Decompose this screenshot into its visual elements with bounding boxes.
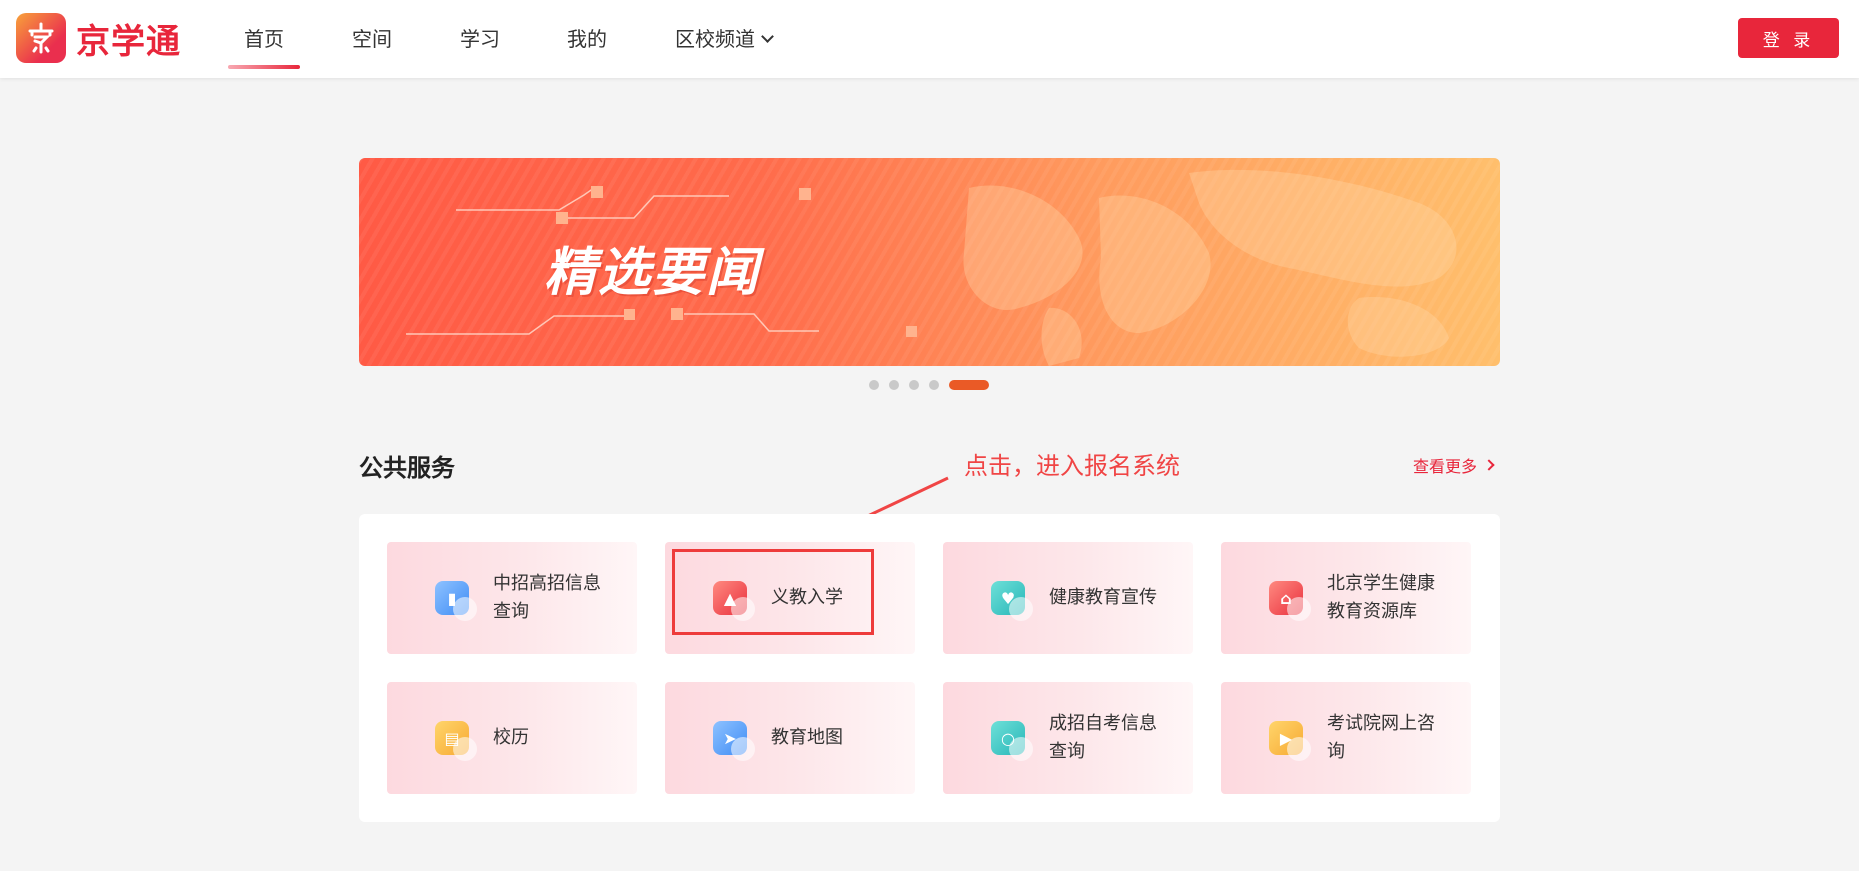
chevron-down-icon bbox=[761, 29, 774, 43]
banner-dot-active[interactable] bbox=[949, 380, 989, 390]
nav-item-mine[interactable]: 我的 bbox=[567, 0, 617, 78]
view-more-link[interactable]: 查看更多 bbox=[1413, 453, 1495, 477]
service-tile-admission-query[interactable]: ▮ 中招高招信息查询 bbox=[387, 542, 637, 654]
service-label: 北京学生健康教育资源库 bbox=[1327, 573, 1435, 622]
banner-dot[interactable] bbox=[869, 380, 879, 390]
nav-item-label: 区校频道 bbox=[675, 27, 755, 51]
play-icon: ▶ bbox=[1269, 721, 1311, 761]
service-label: 教育地图 bbox=[771, 727, 843, 748]
service-label: 中招高招信息查询 bbox=[493, 573, 601, 622]
nav-item-label: 我的 bbox=[567, 27, 607, 51]
banner-dot[interactable] bbox=[929, 380, 939, 390]
banner-pagination bbox=[869, 380, 999, 390]
service-tile-health-education[interactable]: ♥ 健康教育宣传 bbox=[943, 542, 1193, 654]
nav-item-label: 学习 bbox=[460, 27, 500, 51]
nav-item-space[interactable]: 空间 bbox=[352, 0, 402, 78]
logo[interactable]: 京学通 bbox=[16, 12, 181, 64]
annotation-highlight-box bbox=[672, 549, 874, 635]
banner-dot[interactable] bbox=[889, 380, 899, 390]
nav-item-home[interactable]: 首页 bbox=[228, 0, 300, 78]
nav-item-district-channel[interactable]: 区校频道 bbox=[675, 0, 805, 78]
service-tile-adult-exam-query[interactable]: ○ 成招自考信息查询 bbox=[943, 682, 1193, 794]
service-tile-education-map[interactable]: ➤ 教育地图 bbox=[665, 682, 915, 794]
service-label: 校历 bbox=[493, 727, 529, 748]
service-tile-school-calendar[interactable]: ▤ 校历 bbox=[387, 682, 637, 794]
service-label: 考试院网上咨询 bbox=[1327, 713, 1435, 762]
calendar-icon: ▤ bbox=[435, 721, 477, 761]
service-tile-exam-consultation[interactable]: ▶ 考试院网上咨询 bbox=[1221, 682, 1471, 794]
banner-title: 精选要闻 bbox=[544, 243, 761, 303]
chevron-right-icon bbox=[1483, 459, 1495, 471]
public-services-panel: ▮ 中招高招信息查询 ▲ 义教入学 ♥ 健康教育宣传 ⌂ 北京学生健康教育资源库… bbox=[359, 514, 1500, 822]
nav-item-study[interactable]: 学习 bbox=[460, 0, 510, 78]
annotation-text: 点击，进入报名系统 bbox=[964, 452, 1180, 480]
main-nav: 首页 空间 学习 我的 区校频道 bbox=[228, 0, 774, 78]
service-label: 成招自考信息查询 bbox=[1049, 713, 1157, 762]
service-tile-health-resources[interactable]: ⌂ 北京学生健康教育资源库 bbox=[1221, 542, 1471, 654]
nav-active-underline bbox=[228, 65, 300, 69]
nav-item-label: 首页 bbox=[244, 27, 284, 51]
circuit-decoration bbox=[406, 169, 1457, 366]
login-button[interactable]: 登 录 bbox=[1738, 18, 1839, 58]
section-title: 公共服务 bbox=[359, 454, 455, 482]
heart-pulse-icon: ♥ bbox=[991, 581, 1033, 621]
paper-plane-icon: ➤ bbox=[713, 721, 755, 761]
top-header: 京学通 首页 空间 学习 我的 区校频道 登 录 bbox=[0, 0, 1859, 78]
temple-icon: ⌂ bbox=[1269, 581, 1311, 621]
logo-mark-icon bbox=[16, 13, 66, 63]
nav-item-label: 空间 bbox=[352, 27, 392, 51]
book-icon: ▮ bbox=[435, 581, 477, 621]
view-more-label: 查看更多 bbox=[1413, 457, 1478, 476]
magnifier-icon: ○ bbox=[991, 721, 1033, 761]
service-label: 健康教育宣传 bbox=[1049, 587, 1157, 608]
logo-text: 京学通 bbox=[76, 21, 181, 62]
banner-dot[interactable] bbox=[909, 380, 919, 390]
news-banner[interactable]: 精选要闻 bbox=[359, 158, 1500, 366]
